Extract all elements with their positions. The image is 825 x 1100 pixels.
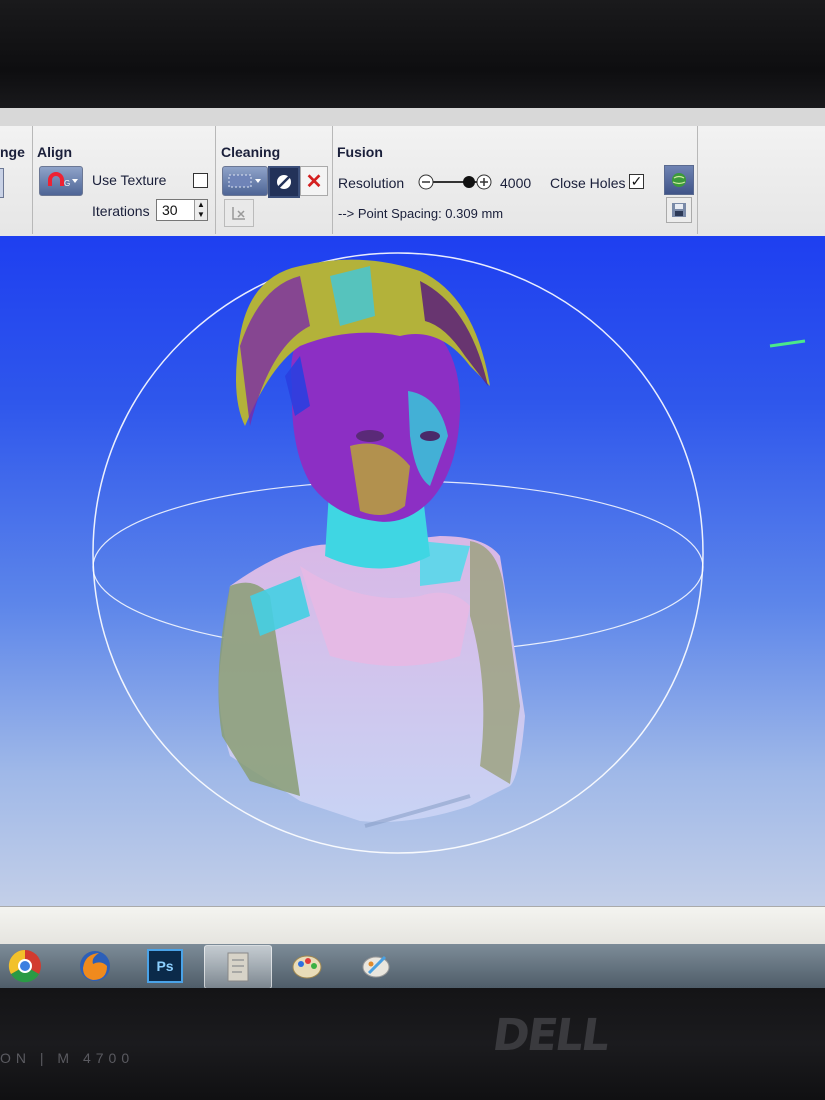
globe-icon [672,173,686,187]
use-texture-label: Use Texture [92,172,167,188]
ribbon-toolbar: nge Align G Use Texture Iterations 30 ▲ ▼… [0,126,825,238]
firefox-icon [80,951,110,981]
fusion-group-title: Fusion [337,144,383,160]
cleaning-group: Cleaning ✕ [216,126,333,234]
fusion-group: Fusion Resolution 4000 Close Holes ✓ -->… [333,126,698,234]
monitor-bezel-bottom [0,988,825,1100]
resolution-value: 4000 [500,175,532,191]
status-bar [0,906,825,945]
close-holes-checkbox[interactable]: ✓ [629,174,644,189]
align-group-title: Align [37,144,72,160]
screen: nge Align G Use Texture Iterations 30 ▲ ▼… [0,108,825,988]
save-button[interactable] [666,197,692,223]
monitor-bezel-top [0,0,825,118]
selection-icon [228,174,261,188]
resolution-label: Resolution [338,175,405,191]
red-x-icon: ✕ [305,170,323,193]
cleaning-group-title: Cleaning [221,144,281,160]
photoshop-taskbar-button[interactable]: Ps [132,945,198,987]
iterations-value: 30 [162,202,178,218]
checkmark-icon: ✓ [630,173,643,189]
windows-taskbar: Ps [0,944,825,988]
delete-button[interactable]: ✕ [300,166,328,196]
scan-model-render[interactable] [0,236,825,906]
invert-selection-button[interactable] [268,166,300,198]
align-button[interactable]: G [39,166,83,196]
scanner-app-icon [227,952,249,982]
monitor-model-label: ON | M 4700 [0,1050,135,1066]
svg-text:G: G [64,179,70,188]
magnet-icon: G [48,172,78,188]
3d-viewport[interactable] [0,236,825,906]
fuse-button[interactable] [664,165,694,195]
spinner-arrows-icon[interactable]: ▲ ▼ [194,200,207,220]
range-button[interactable] [0,168,4,198]
align-group: Align G Use Texture Iterations 30 ▲ ▼ [33,126,216,234]
use-texture-checkbox[interactable] [193,173,208,188]
dell-logo: DELL [489,1010,612,1061]
scanner-app-taskbar-button[interactable] [204,945,272,988]
resolution-slider[interactable] [417,172,493,192]
chrome-taskbar-button[interactable] [0,945,58,987]
paint-brush-icon [362,955,390,978]
slider-thumb[interactable] [463,176,475,188]
invert-icon [277,175,291,189]
point-spacing-text: --> Point Spacing: 0.309 mm [338,206,504,221]
iterations-spinner[interactable]: 30 ▲ ▼ [156,199,208,221]
chrome-icon [8,949,41,983]
crop-button[interactable] [224,199,254,227]
paint-brush-taskbar-button[interactable] [343,945,409,987]
photoshop-icon: Ps [147,949,183,983]
range-group: nge [0,126,33,234]
close-holes-label: Close Holes [550,175,626,191]
paint-icon [292,955,322,979]
iterations-label: Iterations [92,203,150,219]
floppy-disk-icon [672,203,686,217]
firefox-taskbar-button[interactable] [62,945,128,987]
paint-taskbar-button[interactable] [274,945,340,987]
crop-x-icon [232,207,245,220]
range-group-title: nge [0,144,25,160]
select-region-button[interactable] [222,166,268,196]
